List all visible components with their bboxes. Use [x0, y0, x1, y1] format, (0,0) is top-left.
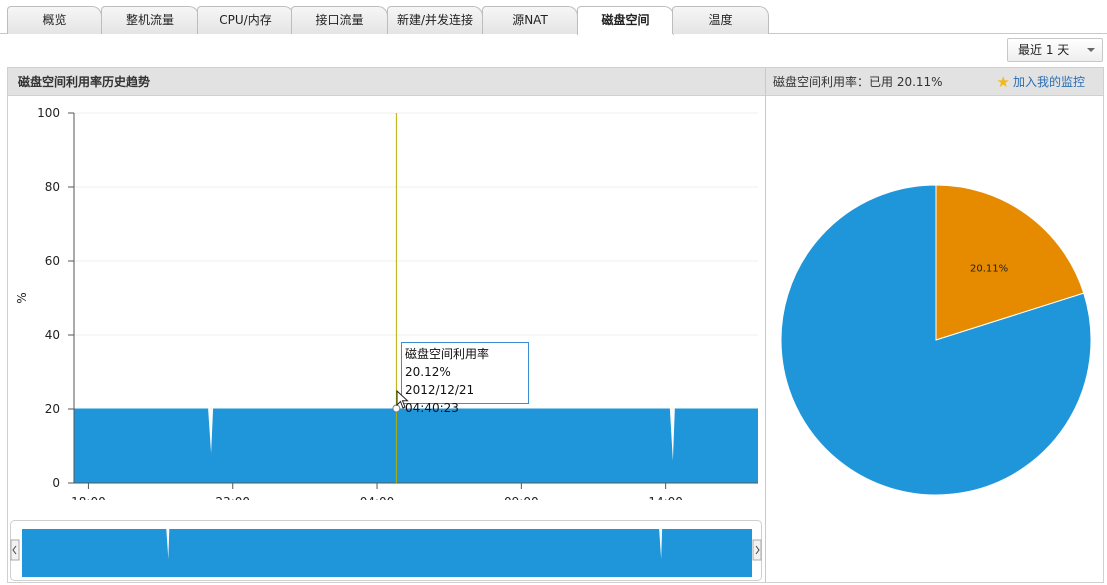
add-to-monitor-link[interactable]: ★ 加入我的监控 [997, 68, 1085, 96]
tab-interface-traffic[interactable]: 接口流量 [291, 6, 388, 34]
time-range-select[interactable]: 最近 1 天 [1007, 38, 1103, 62]
tab-overview[interactable]: 概览 [7, 6, 102, 34]
time-range-value: 最近 1 天 [1018, 43, 1070, 57]
x-tick-label: 04:00 [360, 495, 395, 500]
x-tick-label: 23:00 [215, 495, 250, 500]
trend-panel-title: 磁盘空间利用率历史趋势 [8, 68, 765, 96]
range-navigator[interactable] [10, 520, 762, 582]
y-axis-label: % [15, 292, 29, 303]
y-tick-label: 100 [37, 106, 60, 120]
tab-bar: 概览 整机流量 CPU/内存 接口流量 新建/并发连接 源NAT 磁盘空间 温度 [0, 0, 1107, 35]
x-tick-label: 09:00 [504, 495, 539, 500]
tab-connections[interactable]: 新建/并发连接 [387, 6, 483, 34]
tooltip-value: 20.12% [405, 365, 451, 379]
tab-source-nat[interactable]: 源NAT [482, 6, 578, 34]
y-tick-label: 20 [45, 402, 60, 416]
navigator-handle-right [752, 539, 762, 561]
x-tick-label: 18:00 [71, 495, 106, 500]
pie-slice-label: 20.11% [970, 263, 1008, 274]
y-tick-label: 40 [45, 328, 60, 342]
y-tick-label: 60 [45, 254, 60, 268]
chevron-down-icon [1087, 48, 1095, 52]
x-tick-label: 14:00 [648, 495, 683, 500]
usage-panel-header: 磁盘空间利用率：已用 20.11% ★ 加入我的监控 [766, 68, 1103, 96]
tab-cpu-memory[interactable]: CPU/内存 [197, 6, 294, 34]
star-icon: ★ [996, 73, 1010, 91]
tab-traffic[interactable]: 整机流量 [101, 6, 199, 34]
tab-disk-space[interactable]: 磁盘空间 [577, 6, 674, 35]
usage-panel-title: 磁盘空间利用率：已用 20.11% [773, 75, 943, 89]
tooltip-time: 2012/12/21 04:40:23 [405, 383, 475, 415]
usage-area [74, 408, 758, 483]
navigator-handle-left [10, 539, 20, 561]
add-to-monitor-label: 加入我的监控 [1012, 75, 1085, 89]
y-tick-label: 0 [52, 476, 60, 490]
y-tick-label: 80 [45, 180, 60, 194]
tooltip-series: 磁盘空间利用率 [405, 347, 490, 361]
usage-pie-chart: 20.11% [780, 184, 1092, 496]
tab-temperature[interactable]: 温度 [672, 6, 769, 34]
trend-chart[interactable]: 0 20 40 60 80 100 18:00 23:00 04:00 09:00 14:00% [0, 100, 765, 500]
mouse-pointer-icon [396, 390, 409, 409]
chart-tooltip: 磁盘空间利用率 20.12% 2012/12/21 04:40:23 [401, 342, 529, 415]
navigator-series [22, 529, 752, 577]
